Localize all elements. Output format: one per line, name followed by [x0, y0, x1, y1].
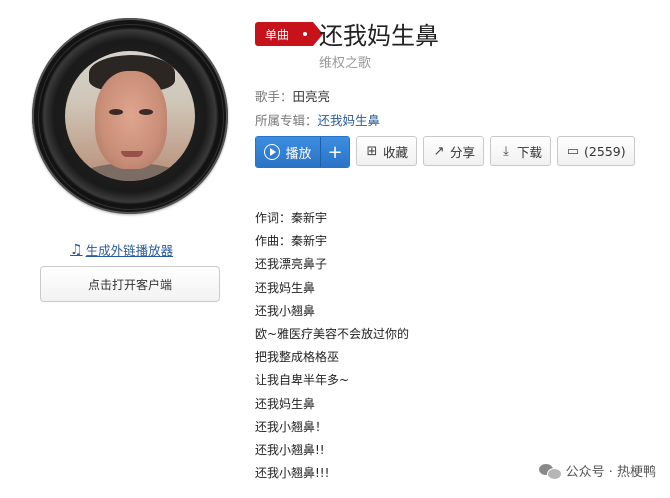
photo-eye-left	[109, 109, 123, 115]
play-label: 播放	[285, 146, 312, 162]
lyric-line: 还我妈生鼻	[255, 396, 316, 411]
left-panel: ♫ 生成外链播放器 点击打开客户端	[0, 0, 250, 498]
singer-label: 歌手：	[255, 89, 293, 104]
lyric-line: 欧~雅医疗美容不会放过你的	[255, 326, 410, 341]
album-cover-disc	[32, 18, 228, 214]
comment-button[interactable]: ▭ (2559)	[557, 136, 635, 166]
lyric-line: 还我小翘鼻!!!	[255, 466, 330, 481]
watermark: 公众号 · 热梗鸭	[538, 461, 656, 480]
song-title: 还我妈生鼻	[319, 22, 439, 50]
play-button[interactable]: 播放	[256, 137, 320, 167]
lyric-line: 把我整成格格巫	[255, 350, 340, 365]
share-label: 分享	[450, 144, 476, 160]
action-toolbar: 播放 + ⊞ 收藏 ↗ 分享 ⤓ 下载 ▭ (2559)	[255, 136, 635, 168]
add-to-playlist-button[interactable]: +	[320, 137, 349, 167]
collect-label: 收藏	[383, 144, 409, 160]
external-player-link[interactable]: ♫ 生成外链播放器	[70, 240, 173, 259]
share-icon: ↗	[433, 143, 445, 159]
collect-button[interactable]: ⊞ 收藏	[356, 136, 418, 166]
single-tag-label: 单曲	[265, 27, 290, 42]
lyric-line: 让我自卑半年多~	[255, 373, 350, 388]
tag-dot	[303, 32, 307, 36]
song-subtitle: 维权之歌	[319, 56, 372, 71]
photo-eye-right	[139, 109, 153, 115]
download-button[interactable]: ⤓ 下载	[490, 136, 552, 166]
lyric-line: 还我小翘鼻	[255, 303, 316, 318]
lyrics-block: 作词：秦新宇 作曲：秦新宇 还我漂亮鼻子 还我妈生鼻 还我小翘鼻 欧~雅医疗美容…	[255, 207, 409, 485]
album-row: 所属专辑：还我妈生鼻	[255, 110, 380, 129]
lyric-line: 还我小翘鼻！	[255, 419, 328, 434]
comment-count: (2559)	[584, 143, 626, 159]
music-note-icon: ♫	[70, 241, 83, 258]
lyric-line: 作曲：秦新宇	[255, 234, 328, 249]
singer-name: 田亮亮	[292, 89, 331, 104]
play-circle-icon	[264, 144, 281, 160]
lyric-line: 还我妈生鼻	[255, 280, 316, 295]
download-icon: ⤓	[503, 143, 509, 159]
singer-row: 歌手：田亮亮	[255, 86, 330, 105]
photo-mouth	[121, 151, 143, 157]
lyric-line: 还我小翘鼻!!	[255, 442, 325, 457]
folder-plus-icon: ⊞	[366, 143, 378, 159]
share-button[interactable]: ↗ 分享	[423, 136, 485, 166]
play-button-group: 播放 +	[255, 136, 350, 168]
song-info-panel: 单曲 还我妈生鼻 维权之歌 歌手：田亮亮 所属专辑：还我妈生鼻 播放 + ⊞ 收…	[255, 0, 670, 498]
album-link[interactable]: 还我妈生鼻	[318, 113, 381, 128]
wechat-icon	[538, 462, 562, 480]
lyric-line: 作词：秦新宇	[255, 211, 328, 225]
watermark-text: 公众号 · 热梗鸭	[565, 465, 656, 480]
lyric-line: 还我漂亮鼻子	[255, 257, 328, 272]
single-tag: 单曲	[255, 22, 323, 46]
external-player-label: 生成外链播放器	[85, 243, 174, 258]
open-client-button[interactable]: 点击打开客户端	[40, 266, 220, 302]
download-label: 下载	[517, 144, 543, 160]
cover-photo	[65, 51, 195, 181]
album-label: 所属专辑：	[255, 113, 318, 128]
comment-icon: ▭	[566, 143, 580, 159]
